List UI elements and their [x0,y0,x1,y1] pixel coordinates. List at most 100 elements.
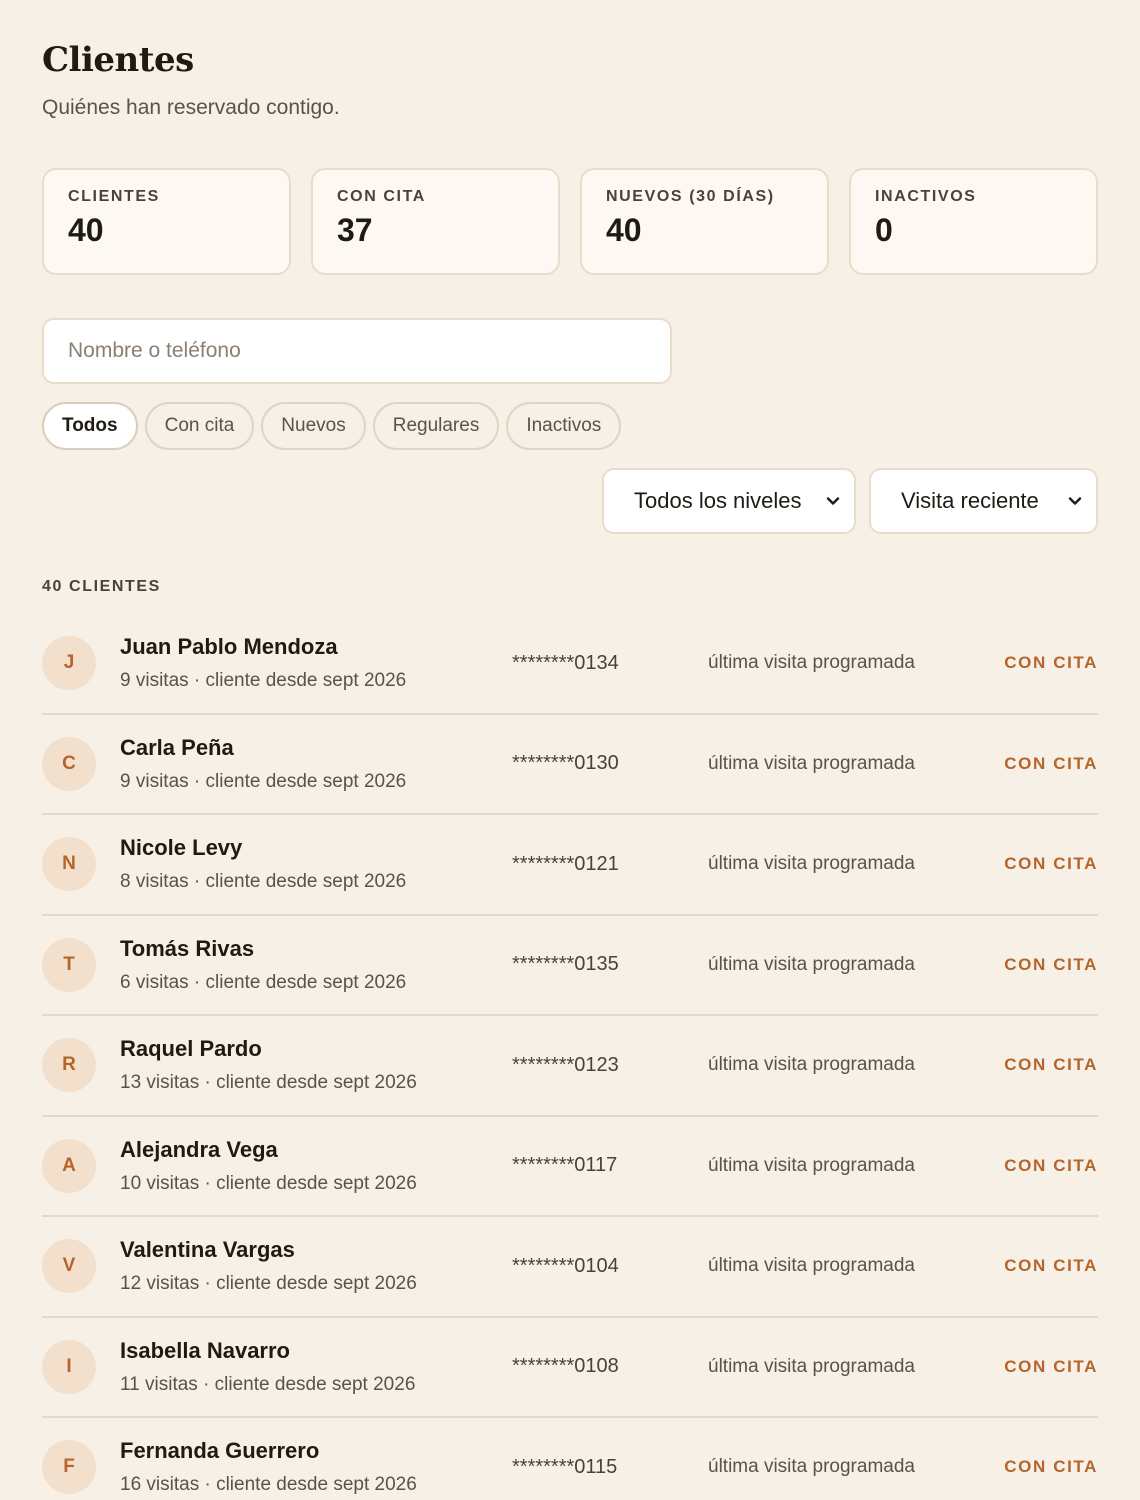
page-title: Clientes [42,40,194,80]
client-meta: 9 visitas · cliente desde sept 2026 [120,770,407,792]
avatar: J [42,636,96,691]
filter-chip-regular[interactable]: Regulares [372,402,500,450]
status-badge: CON CITA [1004,1155,1098,1175]
client-last-visit: última visita programada [708,1054,915,1076]
stat-value: 0 [875,212,893,248]
stat-card-inactive: INACTIVOS 0 [849,168,1098,275]
stat-label: NUEVOS (30 DÍAS) [606,188,775,205]
client-meta: 12 visitas · cliente desde sept 2026 [120,1273,417,1295]
page-subtitle: Quiénes han reservado contigo. [42,96,340,119]
status-badge: CON CITA [1004,954,1098,974]
client-list: J Juan Pablo Mendoza 9 visitas · cliente… [42,614,1098,1500]
table-row[interactable]: I Isabella Navarro 11 visitas · cliente … [42,1318,1098,1418]
client-info: Isabella Navarro 11 visitas · cliente de… [120,1338,512,1396]
filter-chip-with-appointment[interactable]: Con cita [144,402,255,450]
stat-value: 40 [68,212,104,248]
client-meta: 10 visitas · cliente desde sept 2026 [120,1172,417,1194]
client-last-visit: última visita programada [708,953,915,975]
client-info: Valentina Vargas 12 visitas · cliente de… [120,1237,512,1295]
table-row[interactable]: T Tomás Rivas 6 visitas · cliente desde … [42,916,1098,1016]
level-select-value: Todos los niveles [634,488,802,513]
avatar: F [42,1440,96,1495]
client-name: Valentina Vargas [120,1237,295,1263]
filter-chip-inactive[interactable]: Inactivos [506,402,622,450]
table-row[interactable]: C Carla Peña 9 visitas · cliente desde s… [42,715,1098,815]
client-name: Alejandra Vega [120,1136,278,1162]
stat-label: INACTIVOS [875,188,977,205]
client-name: Tomás Rivas [120,935,255,961]
avatar: A [42,1138,96,1193]
client-count: 40 CLIENTES [42,578,161,595]
clients-page: Clientes Quiénes han reservado contigo. … [0,0,1140,1500]
client-name: Juan Pablo Mendoza [120,634,338,660]
table-row[interactable]: R Raquel Pardo 13 visitas · cliente desd… [42,1016,1098,1117]
client-last-visit: última visita programada [708,1355,915,1377]
avatar: N [42,837,96,892]
client-last-visit: última visita programada [708,652,915,674]
stat-label: CLIENTES [68,188,160,205]
client-info: Alejandra Vega 10 visitas · cliente desd… [120,1137,512,1195]
filter-selects: Todos los niveles Visita reciente [602,468,1098,534]
client-last-visit: última visita programada [708,1255,915,1277]
client-name: Carla Peña [120,734,234,760]
table-row[interactable]: F Fernanda Guerrero 16 visitas · cliente… [42,1418,1098,1500]
status-badge: CON CITA [1004,653,1098,673]
client-meta: 8 visitas · cliente desde sept 2026 [120,871,407,893]
table-row[interactable]: N Nicole Levy 8 visitas · cliente desde … [42,815,1098,916]
status-badge: CON CITA [1004,1256,1098,1276]
client-info: Fernanda Guerrero 16 visitas · cliente d… [120,1438,512,1496]
client-name: Nicole Levy [120,835,243,861]
client-phone: ********0130 [512,752,619,775]
table-row[interactable]: V Valentina Vargas 12 visitas · cliente … [42,1217,1098,1318]
client-phone: ********0123 [512,1053,619,1076]
table-row[interactable]: J Juan Pablo Mendoza 9 visitas · cliente… [42,614,1098,715]
client-name: Fernanda Guerrero [120,1438,320,1464]
client-meta: 11 visitas · cliente desde sept 2026 [120,1373,416,1395]
filter-chips: Todos Con cita Nuevos Regulares Inactivo… [42,402,622,450]
status-badge: CON CITA [1004,753,1098,773]
stat-card-clients: CLIENTES 40 [42,168,291,275]
status-badge: CON CITA [1004,1055,1098,1075]
client-phone: ********0104 [512,1254,619,1277]
status-badge: CON CITA [1004,1356,1098,1376]
avatar: C [42,736,96,791]
status-badge: CON CITA [1004,1457,1098,1477]
client-name: Isabella Navarro [120,1337,290,1363]
client-last-visit: última visita programada [708,752,915,774]
client-info: Nicole Levy 8 visitas · cliente desde se… [120,835,512,893]
stat-label: CON CITA [337,188,426,205]
client-phone: ********0121 [512,852,619,875]
stat-card-new: NUEVOS (30 DÍAS) 40 [580,168,829,275]
client-phone: ********0117 [512,1154,618,1177]
avatar: V [42,1239,96,1294]
client-name: Raquel Pardo [120,1036,262,1062]
filter-chip-new[interactable]: Nuevos [261,402,366,450]
sort-select[interactable]: Visita reciente [869,468,1098,534]
client-info: Juan Pablo Mendoza 9 visitas · cliente d… [120,634,512,692]
search-input[interactable] [42,318,672,384]
sort-select-value: Visita reciente [901,488,1039,513]
client-phone: ********0134 [512,651,619,674]
avatar: T [42,937,96,992]
client-phone: ********0108 [512,1355,619,1378]
client-last-visit: última visita programada [708,853,915,875]
stat-card-with-appointment: CON CITA 37 [311,168,560,275]
client-meta: 6 visitas · cliente desde sept 2026 [120,971,407,993]
client-info: Raquel Pardo 13 visitas · cliente desde … [120,1036,512,1094]
client-phone: ********0115 [512,1455,618,1478]
avatar: I [42,1339,96,1394]
client-info: Carla Peña 9 visitas · cliente desde sep… [120,735,512,793]
stat-value: 37 [337,212,373,248]
filter-chip-all[interactable]: Todos [42,402,138,450]
client-last-visit: última visita programada [708,1154,915,1176]
client-meta: 13 visitas · cliente desde sept 2026 [120,1072,417,1094]
level-select[interactable]: Todos los niveles [602,468,856,534]
table-row[interactable]: A Alejandra Vega 10 visitas · cliente de… [42,1117,1098,1217]
client-phone: ********0135 [512,953,619,976]
client-meta: 16 visitas · cliente desde sept 2026 [120,1474,417,1496]
client-meta: 9 visitas · cliente desde sept 2026 [120,670,407,692]
chevron-down-icon [1068,497,1082,505]
status-badge: CON CITA [1004,854,1098,874]
avatar: R [42,1038,96,1093]
stat-value: 40 [606,212,642,248]
